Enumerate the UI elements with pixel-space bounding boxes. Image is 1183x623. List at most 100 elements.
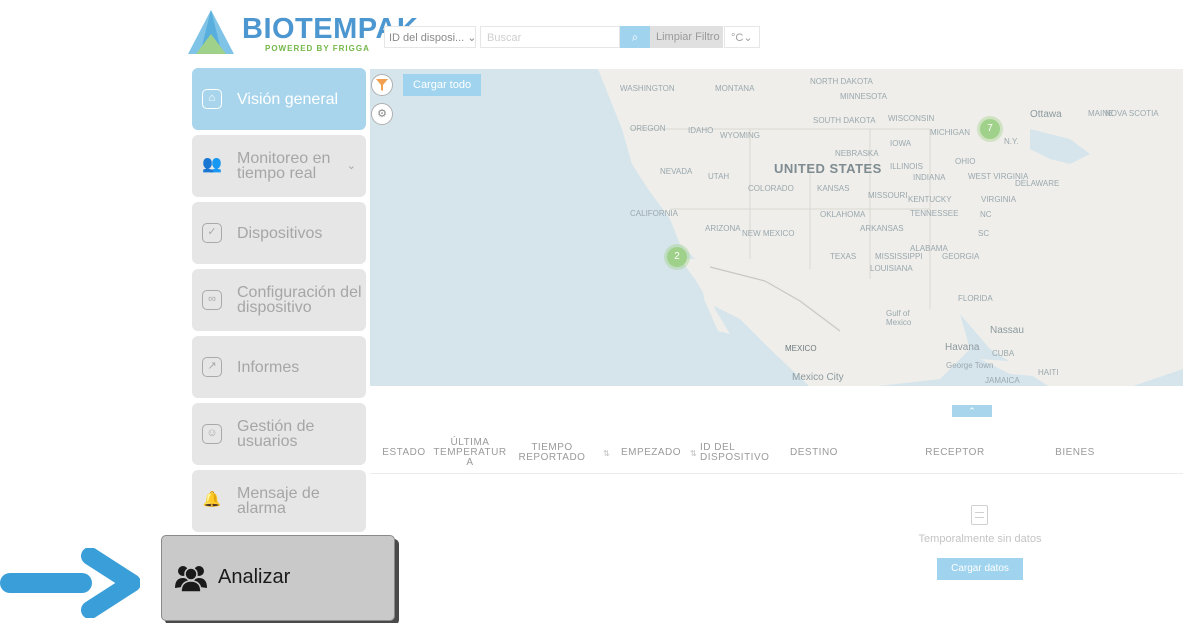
chevron-down-icon: ⌄ <box>346 160 356 172</box>
map-label: UTAH <box>708 172 730 181</box>
map-label: DELAWARE <box>1015 179 1060 188</box>
sidebar-item-user-management[interactable]: ☺ Gestión de usuarios <box>192 403 366 465</box>
map-label: SOUTH DAKOTA <box>813 116 876 125</box>
map-label: NC <box>980 210 992 219</box>
map-label: Nassau <box>990 325 1024 336</box>
chevron-down-icon: ⌄ <box>743 32 753 44</box>
sidebar-item-alarm-message[interactable]: 🔔 Mensaje de alarma <box>192 470 366 532</box>
map-label: ARIZONA <box>705 224 741 233</box>
map-cluster-marker[interactable]: 2 <box>667 247 687 267</box>
sort-icon[interactable]: ⇅ <box>690 449 697 458</box>
check-icon: ✓ <box>202 223 222 243</box>
map-label: KENTUCKY <box>908 195 952 204</box>
map-label: OHIO <box>955 157 976 166</box>
collapse-map-button[interactable]: ⌃ <box>952 405 992 417</box>
map-label: MICHIGAN <box>930 128 970 137</box>
map-label: OREGON <box>630 124 666 133</box>
clear-filter-button[interactable]: Limpiar Filtro <box>650 26 723 48</box>
bell-icon: 🔔 <box>202 491 222 508</box>
sidebar-item-realtime-monitoring[interactable]: 👥 Monitoreo en tiempo real ⌄ <box>192 135 366 197</box>
load-all-button[interactable]: Cargar todo <box>403 74 482 96</box>
map-label: LOUISIANA <box>870 264 913 273</box>
chevron-up-icon: ⌃ <box>968 406 976 416</box>
column-header-goods[interactable]: BIENES <box>1040 433 1110 473</box>
chevron-down-icon: ⌄ <box>467 32 476 44</box>
sidebar-item-label: Informes <box>237 358 300 376</box>
device-id-select[interactable]: ID del disposi... ⌄ <box>384 26 476 48</box>
map-label: IDAHO <box>688 126 714 135</box>
search-button[interactable]: ⌕ <box>620 26 650 48</box>
map-label: TENNESSEE <box>910 209 959 218</box>
logo: BIOTEMPAK POWERED BY FRIGGA <box>186 8 418 58</box>
map-label: MEXICO <box>785 344 817 353</box>
sidebar-item-label: Visión general <box>237 90 339 108</box>
filter-icon[interactable] <box>371 74 393 96</box>
map-label: CUBA <box>992 349 1015 358</box>
column-header-started[interactable]: EMPEZADO <box>616 433 686 473</box>
map-label: INDIANA <box>913 173 946 182</box>
map-label: NORTH DAKOTA <box>810 77 873 86</box>
home-icon: ⌂ <box>202 89 222 109</box>
map-cluster-marker[interactable]: 7 <box>980 119 1000 139</box>
map-label: CALIFORNIA <box>630 209 679 218</box>
map-label: Mexico City <box>792 372 844 383</box>
map-label: IOWA <box>890 139 912 148</box>
map-label: NEVADA <box>660 167 693 176</box>
users-icon <box>175 566 207 593</box>
search-icon: ⌕ <box>631 30 639 44</box>
map-label: GEORGIA <box>942 252 980 261</box>
map-label: WISCONSIN <box>888 114 935 123</box>
map-label: Havana <box>945 342 980 353</box>
map-label: MINNESOTA <box>840 92 887 101</box>
column-header-reported-time[interactable]: TIEMPO REPORTADO <box>516 433 588 473</box>
map-label: MONTANA <box>715 84 755 93</box>
column-header-last-temperature[interactable]: ÚLTIMA TEMPERATUR A <box>432 433 508 473</box>
empty-document-icon <box>971 505 988 525</box>
analyze-button[interactable]: Analizar <box>161 535 395 621</box>
map-label: KANSAS <box>817 184 850 193</box>
sidebar-item-device-config[interactable]: ∞ Configuración del dispositivo <box>192 269 366 331</box>
user-icon: ☺ <box>202 424 222 444</box>
sidebar-item-label: Configuración del dispositivo <box>237 284 362 316</box>
map-label: SC <box>978 229 990 238</box>
map-label: COLORADO <box>748 184 794 193</box>
sidebar-item-label: Gestión de usuarios <box>237 418 315 450</box>
map-label: ILLINOIS <box>890 162 923 171</box>
map-label: OKLAHOMA <box>820 210 866 219</box>
sort-icon[interactable]: ⇅ <box>603 449 610 458</box>
pointer-arrow-icon <box>0 548 140 618</box>
search-input[interactable]: Buscar <box>480 26 620 48</box>
map-label: JAMAICA <box>985 376 1020 385</box>
map-label: FLORIDA <box>958 294 993 303</box>
sidebar-item-reports[interactable]: ↗ Informes <box>192 336 366 398</box>
map-label: MISSOURI <box>868 191 908 200</box>
map-label: Gulf of Mexico <box>886 309 912 327</box>
link-icon: ∞ <box>202 290 222 310</box>
sidebar-item-label: Mensaje de alarma <box>237 485 320 517</box>
settings-icon[interactable]: ⚙ <box>371 103 393 125</box>
users-icon: 👥 <box>202 156 222 173</box>
map-label: ARKANSAS <box>860 224 904 233</box>
map-label: George Town <box>946 361 994 370</box>
map-label: NEW MEXICO <box>742 229 795 238</box>
map-label: MISSISSIPPI <box>875 252 923 261</box>
empty-state-text: Temporalmente sin datos <box>918 533 1042 545</box>
map-label: Ottawa <box>1030 109 1062 120</box>
sidebar-item-devices[interactable]: ✓ Dispositivos <box>192 202 366 264</box>
table-header: ESTADO ÚLTIMA TEMPERATUR A TIEMPO REPORT… <box>370 433 1183 474</box>
map-label: VIRGINIA <box>981 195 1017 204</box>
column-header-status[interactable]: ESTADO <box>380 433 428 473</box>
logo-icon <box>188 10 234 54</box>
load-data-button[interactable]: Cargar datos <box>937 558 1023 580</box>
sidebar-item-overview[interactable]: ⌂ Visión general <box>192 68 366 130</box>
map[interactable]: WASHINGTON MONTANA NORTH DAKOTA MINNESOT… <box>370 69 1183 386</box>
map-label: NOVA SCOTIA <box>1105 109 1159 118</box>
unit-select[interactable]: °C⌄ <box>724 26 760 48</box>
logo-subtitle: POWERED BY FRIGGA <box>265 44 370 53</box>
column-header-destination[interactable]: DESTINO <box>780 433 848 473</box>
column-header-receiver[interactable]: RECEPTOR <box>910 433 1000 473</box>
map-label: WASHINGTON <box>620 84 675 93</box>
column-header-device-id[interactable]: ID DEL DISPOSITIVO <box>700 433 772 473</box>
sidebar-item-label: Dispositivos <box>237 224 323 242</box>
analyze-button-label: Analizar <box>218 566 291 588</box>
